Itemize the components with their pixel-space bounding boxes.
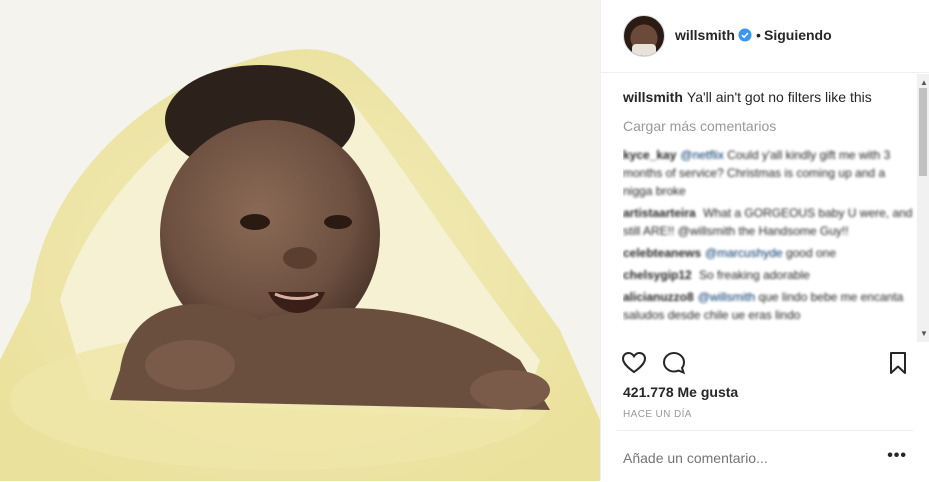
caption-username[interactable]: willsmith — [623, 89, 683, 105]
post-photo[interactable] — [0, 0, 600, 481]
separator-dot: • — [756, 27, 761, 43]
post-timestamp[interactable]: HACE UN DÍA — [623, 409, 692, 420]
avatar[interactable] — [623, 15, 665, 57]
comment-username[interactable]: chelsygip12 — [623, 268, 692, 282]
post-header: willsmith • Siguiendo — [601, 0, 929, 73]
comment-input[interactable] — [623, 450, 863, 466]
more-options-button[interactable]: ••• — [887, 447, 907, 465]
load-more-comments-button[interactable]: Cargar más comentarios — [623, 118, 915, 134]
comment-bubble-icon[interactable] — [661, 350, 687, 376]
comment-mention[interactable]: @willsmith — [698, 290, 756, 304]
scrollbar-thumb[interactable] — [919, 88, 927, 176]
list-item: chelsygip12 So freaking adorable — [623, 266, 915, 284]
post-detail-panel: willsmith • Siguiendo willsmith Ya'll ain… — [600, 0, 929, 481]
action-bar — [601, 342, 929, 382]
comments-list[interactable]: willsmith Ya'll ain't got no filters like… — [623, 88, 915, 340]
comment-text: good one — [785, 246, 836, 260]
comment-username[interactable]: artistaarteira — [623, 206, 696, 220]
list-item: artistaarteira What a GORGEOUS baby U we… — [623, 204, 915, 240]
comment-text: So freaking adorable — [699, 268, 810, 282]
comments-scrollbar[interactable]: ▲ ▼ — [917, 74, 929, 342]
comment-username[interactable]: celebteanews — [623, 246, 701, 260]
baby-photo-image — [0, 0, 600, 481]
comment-mention[interactable]: @marcushyde — [705, 246, 783, 260]
following-button[interactable]: Siguiendo — [764, 27, 832, 43]
add-comment-row: ••• — [617, 430, 913, 482]
bookmark-icon[interactable] — [885, 350, 911, 376]
caption: willsmith Ya'll ain't got no filters like… — [623, 88, 915, 106]
comment-username[interactable]: alicianuzzo8 — [623, 290, 694, 304]
list-item: alicianuzzo8 @willsmith que lindo bebe me… — [623, 288, 915, 324]
heart-icon[interactable] — [621, 350, 647, 376]
scroll-up-arrow-icon[interactable]: ▲ — [920, 78, 928, 87]
likes-count[interactable]: 421.778 Me gusta — [623, 384, 738, 400]
scroll-down-arrow-icon[interactable]: ▼ — [920, 329, 928, 338]
comment-username[interactable]: kyce_kay — [623, 148, 676, 162]
comment-mention[interactable]: @netflix — [680, 148, 724, 162]
username-link[interactable]: willsmith — [675, 27, 735, 43]
caption-text: Ya'll ain't got no filters like this — [686, 89, 872, 105]
list-item: celebteanews @marcushyde good one — [623, 244, 915, 262]
verified-badge-icon — [738, 28, 752, 42]
list-item: kyce_kay @netflix Could y'all kindly gift… — [623, 146, 915, 200]
